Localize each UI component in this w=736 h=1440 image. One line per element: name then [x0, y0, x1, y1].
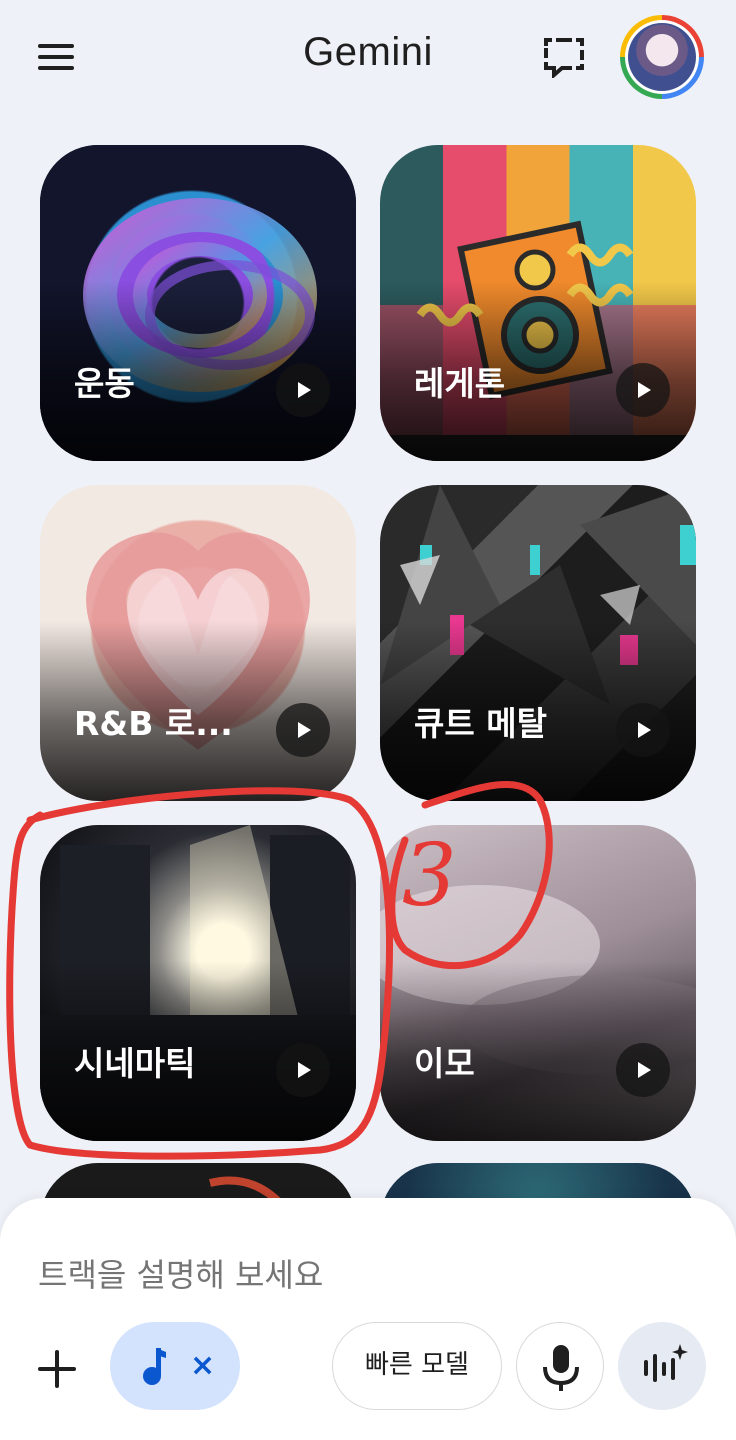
prompt-input[interactable]: 트랙을 설명해 보세요 — [38, 1250, 323, 1296]
close-chip-icon[interactable]: × — [190, 1344, 215, 1388]
genre-card-cinematic[interactable]: 시네마틱 — [40, 825, 356, 1141]
genre-card-workout[interactable]: 운동 — [40, 145, 356, 461]
genre-card-cute-metal[interactable]: 큐트 메탈 — [380, 485, 696, 801]
profile-avatar[interactable] — [620, 15, 704, 99]
genre-card-reggaeton[interactable]: 레게톤 — [380, 145, 696, 461]
music-mode-chip[interactable]: × — [110, 1322, 240, 1410]
new-chat-icon[interactable] — [542, 38, 586, 80]
microphone-icon[interactable] — [516, 1322, 604, 1410]
music-note-icon — [143, 1348, 166, 1385]
play-icon[interactable] — [276, 363, 330, 417]
play-icon[interactable] — [616, 703, 670, 757]
card-label: R&B 로... — [74, 704, 233, 743]
genre-card-emo[interactable]: 이모 — [380, 825, 696, 1141]
card-label: 큐트 메탈 — [414, 704, 547, 743]
card-label: 시네마틱 — [74, 1044, 196, 1083]
add-icon[interactable] — [36, 1348, 78, 1390]
card-label: 이모 — [414, 1044, 475, 1083]
play-icon[interactable] — [276, 1043, 330, 1097]
genre-card-rnb[interactable]: R&B 로... — [40, 485, 356, 801]
prompt-panel: 트랙을 설명해 보세요 × 빠른 모델 — [0, 1198, 736, 1440]
card-label: 레게톤 — [414, 364, 506, 403]
app-header: Gemini — [0, 0, 736, 115]
play-icon[interactable] — [276, 703, 330, 757]
play-icon[interactable] — [616, 363, 670, 417]
model-selector-button[interactable]: 빠른 모델 — [332, 1322, 502, 1410]
card-label: 운동 — [74, 364, 135, 403]
live-voice-icon[interactable] — [618, 1322, 706, 1410]
play-icon[interactable] — [616, 1043, 670, 1097]
